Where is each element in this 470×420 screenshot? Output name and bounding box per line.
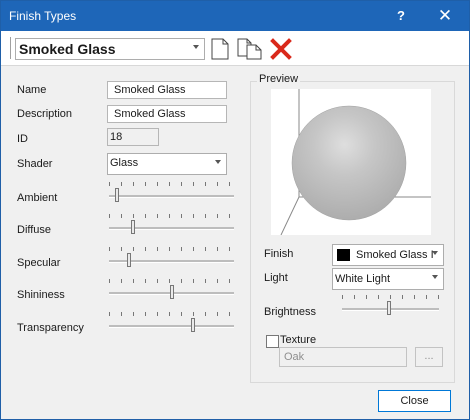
close-button[interactable]: Close: [378, 390, 451, 412]
new-document-icon[interactable]: [210, 38, 230, 60]
id-label: ID: [17, 133, 28, 145]
slider-ticks: [109, 247, 234, 251]
diffuse-slider[interactable]: [107, 214, 236, 236]
slider-ticks: [342, 295, 439, 299]
name-label: Name: [17, 84, 47, 96]
slider-track: [109, 325, 234, 328]
specular-slider[interactable]: [107, 247, 236, 269]
ambient-label: Ambient: [17, 192, 58, 204]
texture-label: Texture: [280, 334, 317, 346]
brightness-slider[interactable]: [340, 295, 441, 317]
transparency-label: Transparency: [17, 322, 84, 334]
texture-field: Oak: [279, 347, 407, 367]
transparency-slider[interactable]: [107, 312, 236, 334]
shader-label: Shader: [17, 158, 53, 170]
light-label: Light: [264, 272, 288, 284]
slider-thumb[interactable]: [130, 220, 135, 234]
sphere-preview: [280, 89, 431, 236]
help-button[interactable]: ?: [379, 1, 423, 31]
finish-label: Finish: [264, 248, 294, 260]
chevron-down-icon: [215, 160, 221, 164]
slider-track: [109, 195, 234, 198]
slider-ticks: [109, 182, 234, 186]
light-select[interactable]: White Light: [332, 268, 444, 290]
brightness-label: Brightness: [264, 306, 316, 318]
shader-select[interactable]: Glass: [107, 153, 227, 175]
description-label: Description: [17, 108, 73, 120]
chevron-down-icon: [193, 45, 199, 49]
chevron-down-icon: [432, 275, 438, 279]
preview-finish-value: Smoked Glass I: [356, 249, 434, 261]
slider-thumb[interactable]: [115, 188, 120, 202]
finish-types-dialog: Finish Types ? ✕ Smoked Glass Name Smoke…: [0, 0, 470, 420]
close-icon[interactable]: ✕: [423, 1, 467, 31]
name-field[interactable]: Smoked Glass: [107, 81, 227, 99]
slider-thumb[interactable]: [169, 285, 174, 299]
color-swatch: [337, 249, 350, 261]
copy-document-icon[interactable]: [237, 38, 263, 60]
title-bar: Finish Types ? ✕: [1, 1, 469, 31]
sphere: [291, 105, 407, 221]
id-field: 18: [107, 128, 159, 146]
light-select-value: White Light: [335, 273, 391, 285]
slider-ticks: [109, 279, 234, 283]
shininess-slider[interactable]: [107, 279, 236, 301]
delete-icon[interactable]: [270, 38, 292, 60]
ambient-slider[interactable]: [107, 182, 236, 204]
toolbar-separator: [10, 37, 11, 59]
specular-label: Specular: [17, 257, 61, 269]
finish-select-value: Smoked Glass: [19, 41, 116, 57]
slider-thumb[interactable]: [386, 301, 391, 315]
finish-select[interactable]: Smoked Glass: [15, 38, 205, 60]
texture-browse-button: ...: [415, 347, 443, 367]
diffuse-label: Diffuse: [17, 224, 52, 236]
description-field[interactable]: Smoked Glass: [107, 105, 227, 123]
chevron-down-icon: [432, 251, 438, 255]
window-title: Finish Types: [9, 9, 77, 23]
preview-canvas: [271, 89, 431, 236]
slider-thumb[interactable]: [127, 253, 132, 267]
shader-select-value: Glass: [110, 157, 139, 169]
preview-finish-select[interactable]: Smoked Glass I: [332, 244, 444, 266]
slider-thumb[interactable]: [191, 318, 196, 332]
texture-checkbox[interactable]: [266, 335, 279, 348]
slider-ticks: [109, 214, 234, 218]
preview-group-label: Preview: [257, 73, 301, 85]
toolbar: Smoked Glass: [1, 31, 469, 66]
shininess-label: Shininess: [17, 289, 65, 301]
slider-track: [109, 227, 234, 230]
slider-ticks: [109, 312, 234, 316]
